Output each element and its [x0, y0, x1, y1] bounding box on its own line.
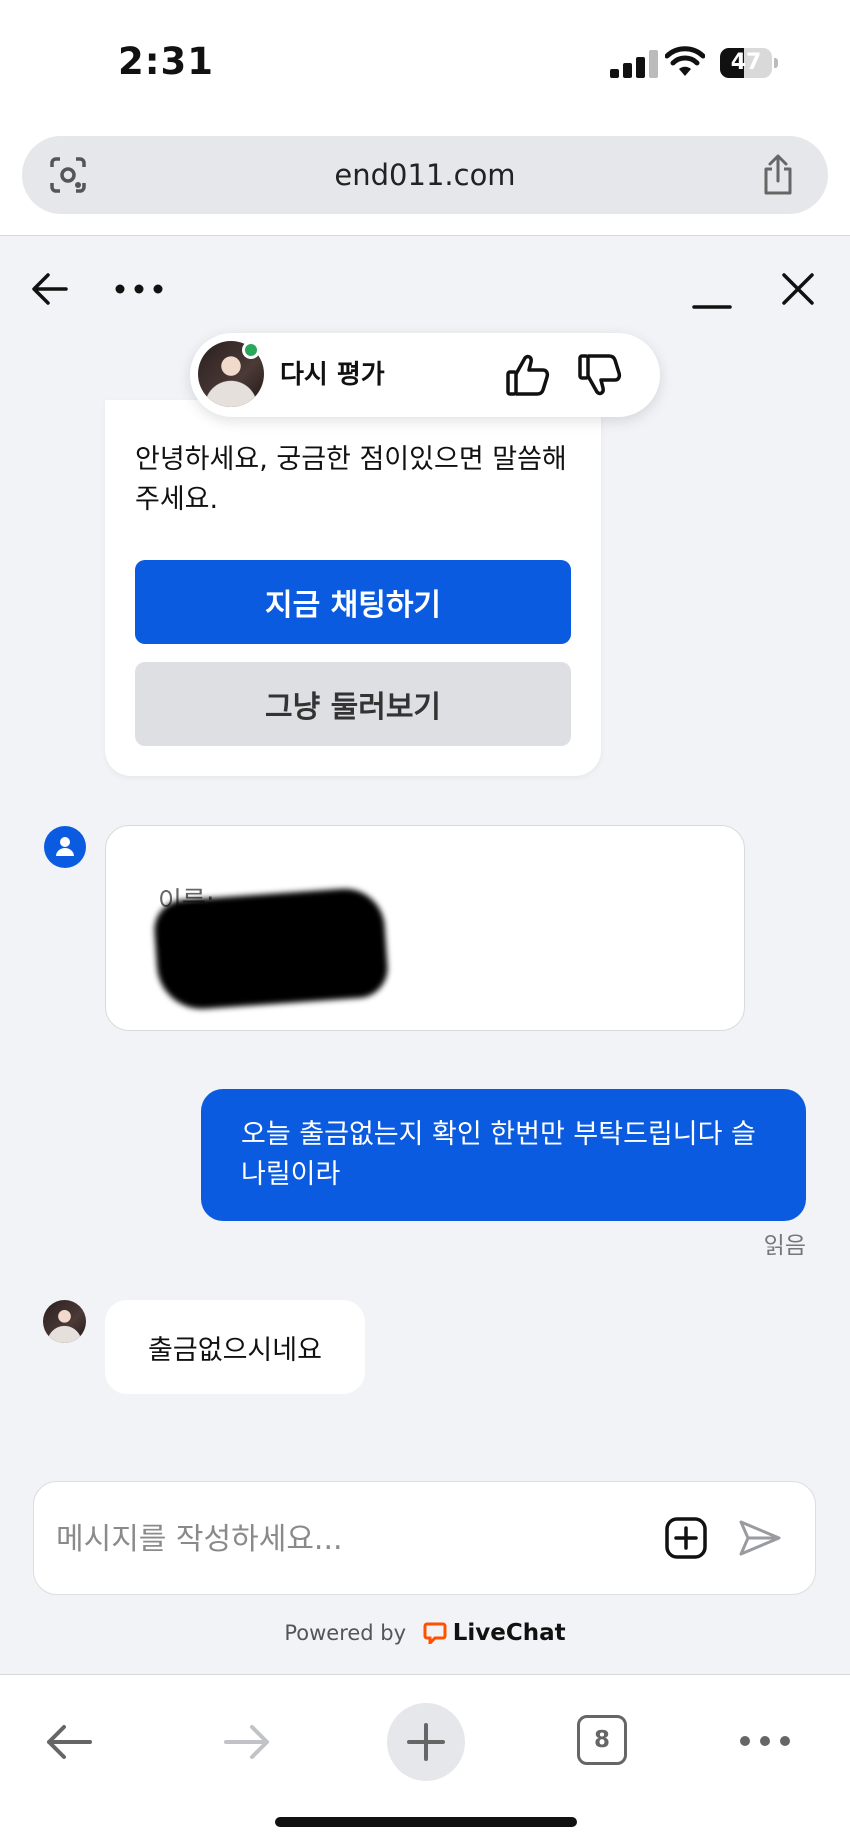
- user-icon: [44, 826, 86, 868]
- read-status: 읽음: [763, 1233, 806, 1259]
- url-text[interactable]: end011.com: [22, 136, 828, 214]
- livechat-logo-icon: [423, 1622, 447, 1644]
- home-indicator: [275, 1817, 577, 1827]
- chat-header: [0, 237, 850, 337]
- back-icon[interactable]: [42, 1715, 96, 1769]
- share-icon[interactable]: [758, 153, 798, 197]
- rate-again-label: 다시 평가: [280, 360, 385, 390]
- close-icon[interactable]: [774, 265, 822, 313]
- minimize-icon[interactable]: [688, 267, 736, 315]
- rating-bar: 다시 평가: [190, 333, 660, 417]
- send-icon[interactable]: [736, 1514, 784, 1562]
- outgoing-message: 오늘 출금없는지 확인 한번만 부탁드립니다 슬나릴이라: [201, 1089, 806, 1221]
- more-icon[interactable]: [738, 1723, 792, 1759]
- more-options-icon[interactable]: [112, 265, 166, 313]
- attach-icon[interactable]: [662, 1514, 710, 1562]
- cellular-signal-icon: [610, 50, 662, 78]
- welcome-card: 안녕하세요, 궁금한 점이있으면 말씀해주세요. 지금 채팅하기 그냥 둘러보기: [105, 400, 601, 776]
- redaction-mark: [152, 886, 390, 1012]
- thumbs-down-icon[interactable]: [576, 351, 624, 399]
- just-browse-button[interactable]: 그냥 둘러보기: [135, 662, 571, 746]
- message-input[interactable]: [56, 1504, 656, 1574]
- powered-by-text: Powered by: [284, 1621, 407, 1645]
- forward-icon[interactable]: [220, 1715, 274, 1769]
- battery-icon: 47: [720, 48, 778, 78]
- status-bar: 2:31 47: [0, 0, 850, 120]
- tabs-icon[interactable]: 8: [577, 1715, 627, 1765]
- new-tab-icon[interactable]: [387, 1703, 465, 1781]
- back-arrow-icon[interactable]: [26, 265, 74, 313]
- powered-by: Powered by LiveChat: [0, 1620, 850, 1646]
- status-time: 2:31: [118, 40, 215, 83]
- prechat-form-card: 이름: g: [105, 825, 745, 1031]
- wifi-icon: [665, 46, 705, 76]
- chat-now-button[interactable]: 지금 채팅하기: [135, 560, 571, 644]
- message-composer: [33, 1481, 816, 1595]
- welcome-message: 안녕하세요, 궁금한 점이있으면 말씀해주세요.: [135, 444, 567, 515]
- incoming-message: 출금없으시네요: [105, 1300, 365, 1394]
- browser-toolbar: end011.com: [0, 120, 850, 236]
- agent-avatar-small: [43, 1300, 86, 1343]
- livechat-brand[interactable]: LiveChat: [453, 1620, 566, 1646]
- thumbs-up-icon[interactable]: [504, 351, 552, 399]
- battery-percent: 47: [730, 50, 762, 75]
- browser-bottom-bar: 8: [0, 1674, 850, 1843]
- address-bar[interactable]: end011.com: [22, 136, 828, 214]
- online-status-dot: [242, 341, 260, 359]
